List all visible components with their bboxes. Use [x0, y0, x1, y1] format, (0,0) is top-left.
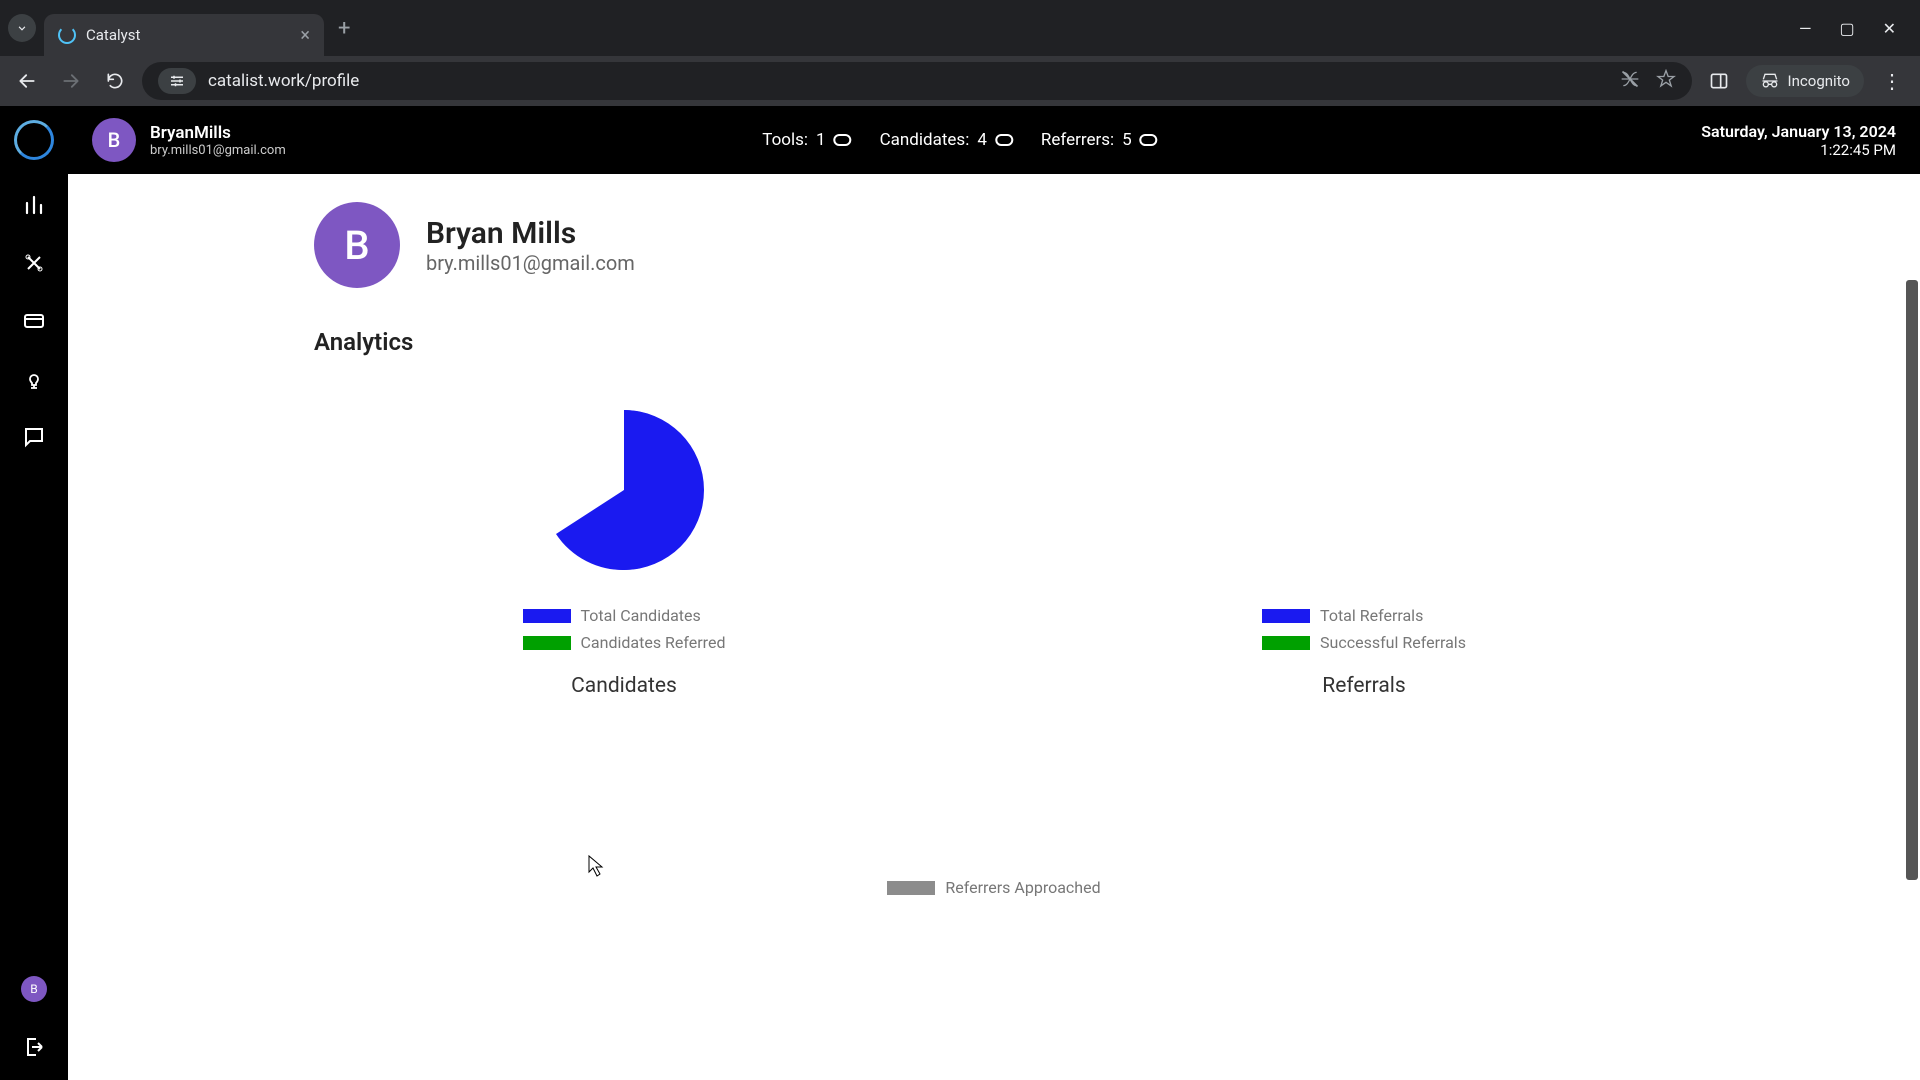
legend-item: Referrers Approached	[887, 878, 1100, 897]
site-info-chip[interactable]	[158, 68, 196, 94]
header-time: 1:22:45 PM	[1701, 141, 1896, 159]
arrow-right-icon	[61, 71, 81, 91]
tab-search-dropdown[interactable]	[8, 14, 36, 42]
chart-title: Referrals	[1322, 674, 1405, 698]
logout-icon	[22, 1035, 46, 1059]
minimize-button[interactable]: —	[1799, 19, 1812, 38]
side-panel-button[interactable]	[1702, 64, 1736, 98]
sidebar-analytics[interactable]	[21, 192, 47, 218]
sidebar-user-avatar[interactable]: B	[21, 976, 47, 1002]
pill-icon	[995, 134, 1013, 146]
arrow-left-icon	[17, 71, 37, 91]
header-date: Saturday, January 13, 2024	[1701, 122, 1896, 141]
stat-candidates: Candidates: 4	[880, 130, 1013, 150]
legend-item: Total Referrals	[1262, 606, 1466, 625]
tune-icon	[168, 72, 186, 90]
back-button[interactable]	[10, 64, 44, 98]
header-avatar[interactable]: B	[92, 118, 136, 162]
credit-card-icon	[22, 309, 46, 333]
browser-toolbar: catalist.work/profile Incognito ⋮	[0, 56, 1920, 106]
header-email: bry.mills01@gmail.com	[150, 143, 286, 158]
bar-chart-icon	[22, 193, 46, 217]
referrers-chart-legend: Referrers Approached	[314, 878, 1674, 897]
sidebar-billing[interactable]	[21, 308, 47, 334]
profile-email: bry.mills01@gmail.com	[426, 251, 635, 275]
incognito-indicator[interactable]: Incognito	[1746, 65, 1864, 97]
reload-icon	[105, 71, 125, 91]
content-area[interactable]: B Bryan Mills bry.mills01@gmail.com Anal…	[68, 174, 1920, 1080]
incognito-label: Incognito	[1788, 72, 1850, 90]
profile-name: Bryan Mills	[426, 216, 635, 251]
app-header: B BryanMills bry.mills01@gmail.com Tools…	[68, 106, 1920, 174]
sidebar-logout[interactable]	[21, 1034, 47, 1060]
window-controls: — ▢ ✕	[1799, 19, 1920, 38]
referrals-chart: Total Referrals Successful Referrals Ref…	[1054, 380, 1674, 698]
forward-button[interactable]	[54, 64, 88, 98]
legend-item: Successful Referrals	[1262, 633, 1466, 652]
panel-icon	[1709, 71, 1729, 91]
tab-title: Catalyst	[86, 26, 290, 44]
browser-menu-button[interactable]: ⋮	[1874, 69, 1910, 93]
sidebar-messages[interactable]	[21, 424, 47, 450]
bookmark-button[interactable]	[1656, 69, 1676, 93]
legend-item: Candidates Referred	[523, 633, 726, 652]
profile-avatar: B	[314, 202, 400, 288]
header-stats: Tools: 1 Candidates: 4 Referrers: 5	[762, 130, 1157, 150]
sidebar-tools[interactable]	[21, 250, 47, 276]
candidates-chart: Total Candidates Candidates Referred Can…	[314, 380, 934, 698]
star-icon	[1656, 69, 1676, 89]
stat-tools: Tools: 1	[762, 130, 851, 150]
chart-title: Candidates	[571, 674, 677, 698]
tab-close-button[interactable]: ×	[300, 25, 310, 46]
candidates-pie	[524, 390, 724, 590]
legend-swatch	[1262, 609, 1310, 623]
chevron-down-icon	[15, 21, 29, 35]
stat-referrers: Referrers: 5	[1041, 130, 1158, 150]
pill-icon	[834, 134, 852, 146]
address-bar[interactable]: catalist.work/profile	[142, 62, 1692, 100]
legend-item: Total Candidates	[523, 606, 726, 625]
app-logo[interactable]	[14, 120, 54, 160]
pill-icon	[1140, 134, 1158, 146]
url-text: catalist.work/profile	[208, 71, 359, 91]
legend-swatch	[523, 609, 571, 623]
sidebar: B	[0, 106, 68, 1080]
reload-button[interactable]	[98, 64, 132, 98]
legend-swatch	[1262, 636, 1310, 650]
legend-swatch	[523, 636, 571, 650]
legend-swatch	[887, 881, 935, 895]
new-tab-button[interactable]: +	[338, 16, 350, 41]
analytics-title: Analytics	[314, 328, 1674, 356]
maximize-button[interactable]: ▢	[1839, 19, 1854, 38]
sidebar-ideas[interactable]	[21, 366, 47, 392]
scrollbar-thumb[interactable]	[1906, 280, 1918, 880]
browser-tab-strip: Catalyst × + — ▢ ✕	[0, 0, 1920, 56]
favicon-icon	[58, 26, 76, 44]
tools-icon	[22, 251, 46, 275]
close-window-button[interactable]: ✕	[1883, 19, 1896, 38]
lightbulb-icon	[22, 367, 46, 391]
incognito-icon	[1760, 71, 1780, 91]
tracking-protection-icon[interactable]	[1620, 69, 1640, 93]
browser-tab[interactable]: Catalyst ×	[44, 14, 324, 56]
profile-header: B Bryan Mills bry.mills01@gmail.com	[314, 202, 1674, 288]
header-username: BryanMills	[150, 123, 286, 143]
message-icon	[22, 425, 46, 449]
